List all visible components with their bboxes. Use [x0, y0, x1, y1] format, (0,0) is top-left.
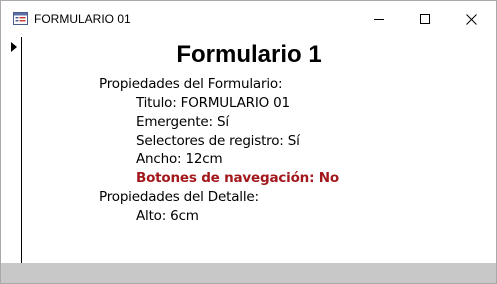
window-title: FORMULARIO 01: [34, 12, 131, 26]
minimize-icon: [374, 14, 384, 24]
form-app-icon: [13, 12, 28, 25]
property-navigation-buttons: Botones de navegación: No: [136, 170, 339, 186]
form-window: FORMULARIO 01 Formulario 1 Propiedades d…: [0, 0, 497, 284]
maximize-icon: [420, 14, 430, 24]
record-selector[interactable]: [1, 37, 22, 263]
current-record-arrow-icon: [11, 42, 17, 52]
close-icon: [465, 13, 477, 25]
detail-properties-heading: Propiedades del Detalle:: [99, 189, 259, 205]
close-button[interactable]: [448, 1, 494, 37]
form-heading: Formulario 1: [176, 41, 322, 68]
maximize-button[interactable]: [402, 1, 448, 37]
property-height: Alto: 6cm: [136, 208, 199, 224]
title-bar[interactable]: FORMULARIO 01: [1, 1, 496, 37]
minimize-button[interactable]: [356, 1, 402, 37]
form-properties-heading: Propiedades del Formulario:: [99, 76, 283, 92]
property-record-selectors: Selectores de registro: Sí: [136, 133, 300, 149]
property-popup: Emergente: Sí: [136, 114, 229, 130]
property-title: Titulo: FORMULARIO 01: [136, 95, 290, 111]
property-width: Ancho: 12cm: [136, 151, 223, 167]
status-bar: [1, 263, 496, 283]
form-detail-section: Formulario 1 Propiedades del Formulario:…: [22, 37, 496, 263]
